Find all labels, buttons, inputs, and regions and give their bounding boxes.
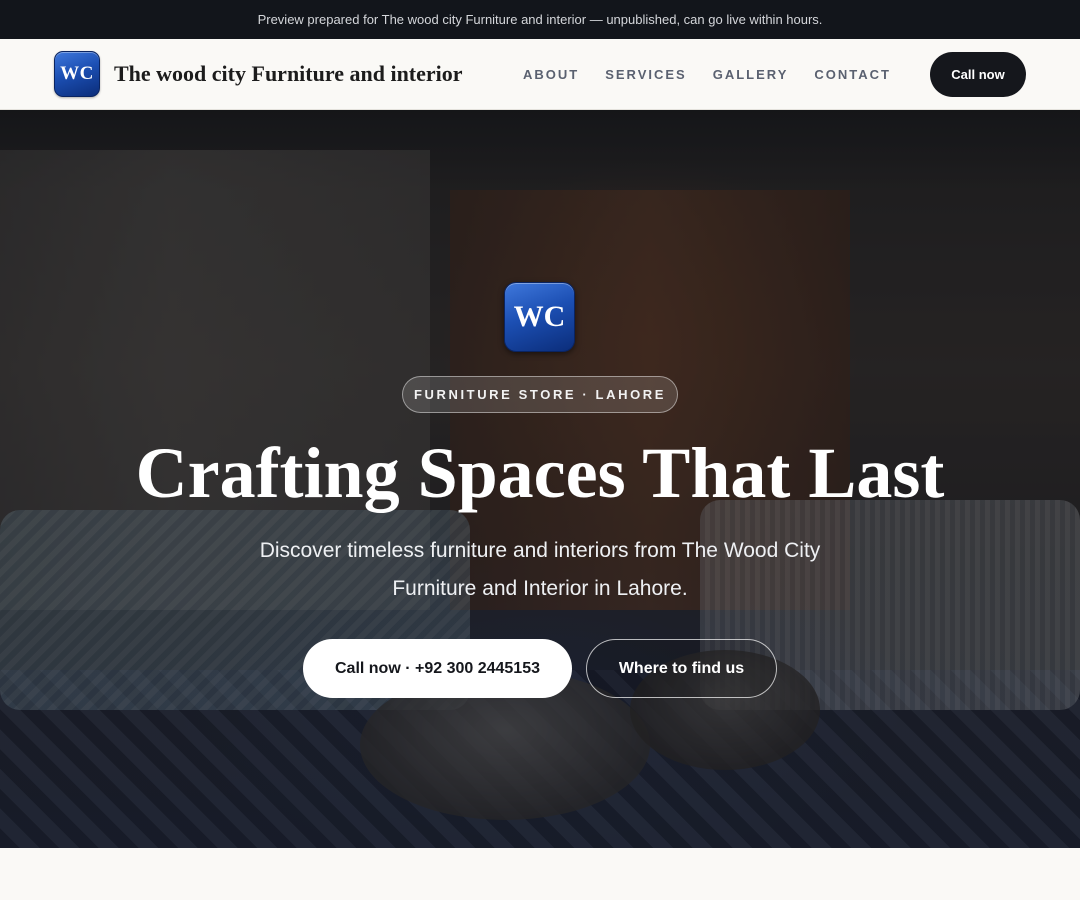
hero-title: Crafting Spaces That Last <box>135 433 945 513</box>
nav-services[interactable]: SERVICES <box>605 67 687 82</box>
nav-contact[interactable]: CONTACT <box>814 67 891 82</box>
site-header: WC The wood city Furniture and interior … <box>0 39 1080 110</box>
brand-name: The wood city Furniture and interior <box>114 61 463 86</box>
nav-about[interactable]: ABOUT <box>523 67 579 82</box>
hero-category-badge: FURNITURE STORE · LAHORE <box>402 376 678 413</box>
brand-logo: WC <box>54 51 100 97</box>
hero-subtitle: Discover timeless furniture and interior… <box>259 539 821 600</box>
brand-logo-text: WC <box>60 63 94 84</box>
preview-banner-text: Preview prepared for The wood city Furni… <box>257 12 823 27</box>
hero-call-button[interactable]: Call now · +92 300 2445153 <box>303 639 572 698</box>
preview-banner: Preview prepared for The wood city Furni… <box>0 0 1080 39</box>
next-section <box>0 848 1080 900</box>
hero-logo: WC <box>504 282 575 352</box>
hero-logo-text: WC <box>513 300 566 333</box>
header-call-button[interactable]: Call now <box>930 52 1026 97</box>
brand[interactable]: WC The wood city Furniture and interior <box>54 51 463 97</box>
hero-section: WC FURNITURE STORE · LAHORE Crafting Spa… <box>0 110 1080 848</box>
main-nav: ABOUT SERVICES GALLERY CONTACT <box>523 39 917 109</box>
nav-gallery[interactable]: GALLERY <box>713 67 789 82</box>
hero-location-button[interactable]: Where to find us <box>586 639 777 698</box>
